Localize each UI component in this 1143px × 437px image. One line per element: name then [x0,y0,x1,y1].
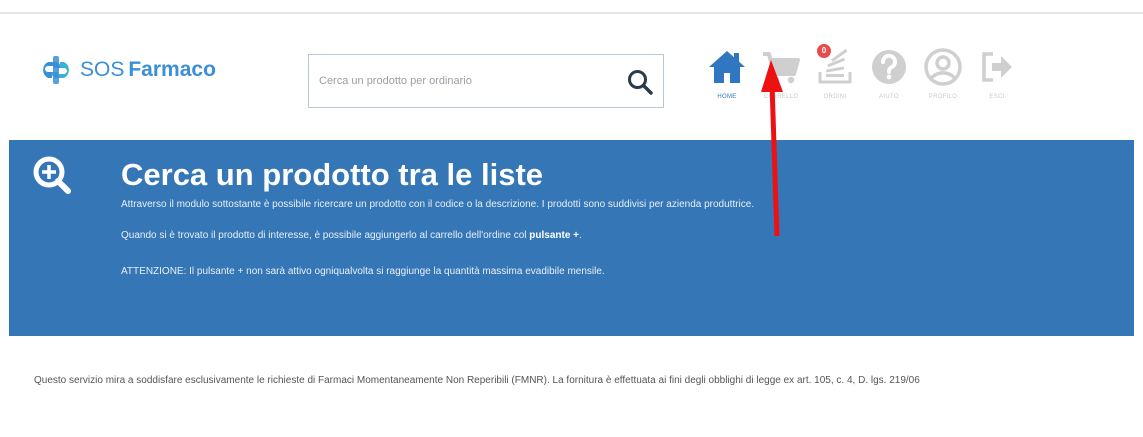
orders-icon [818,48,852,84]
top-border [0,0,1143,14]
help-icon [872,50,906,84]
nav-cart[interactable]: 0 CARRELLO [754,42,831,114]
nav-help-label: AIUTO [879,94,899,100]
banner-instruction: Quando si è trovato il prodotto di inter… [121,228,1081,243]
logout-icon [982,52,1012,82]
logo-text-sos: SOS [80,58,125,81]
search-banner: Cerca un prodotto tra le liste Attravers… [9,140,1134,336]
nav-orders-label: ORDINI [823,94,847,100]
banner-instruction-text: Quando si è trovato il prodotto di inter… [121,230,530,241]
nav-home-label: HOME [717,94,737,100]
nav-help[interactable]: AIUTO [862,42,916,114]
banner-instruction-bold: pulsante + [529,230,580,241]
banner-description: Attraverso il modulo sottostante è possi… [121,199,755,210]
cart-icon [763,52,800,84]
service-notice: Questo servizio mira a soddisfare esclus… [34,375,920,386]
logo-text-farmaco: Farmaco [128,58,216,81]
main-nav: HOME 0 CARRELLO ORDINI AIUTO PROFILO ESC… [700,42,1024,114]
nav-logout[interactable]: ESCI [970,42,1024,114]
header: SOS Farmaco HOME 0 CARRELLO [0,14,1143,118]
nav-cart-label: CARRELLO [763,94,799,100]
nav-logout-label: ESCI [989,94,1005,100]
banner-warning: ATTENZIONE: Il pulsante + non sarà attiv… [121,266,605,277]
search-box [308,54,664,108]
search-input[interactable] [319,55,599,107]
home-icon [709,51,745,83]
profile-icon [924,48,962,86]
logo-icon [43,56,69,84]
nav-home[interactable]: HOME [700,42,754,114]
banner-instruction-end: . [579,230,582,241]
page-title: Cerca un prodotto tra le liste [121,157,544,192]
nav-profile[interactable]: PROFILO [916,42,970,114]
search-icon[interactable] [625,67,655,97]
logo[interactable]: SOS Farmaco [34,52,216,88]
nav-profile-label: PROFILO [928,94,958,100]
zoom-in-icon [33,156,71,194]
nav-orders[interactable]: ORDINI [808,42,862,114]
